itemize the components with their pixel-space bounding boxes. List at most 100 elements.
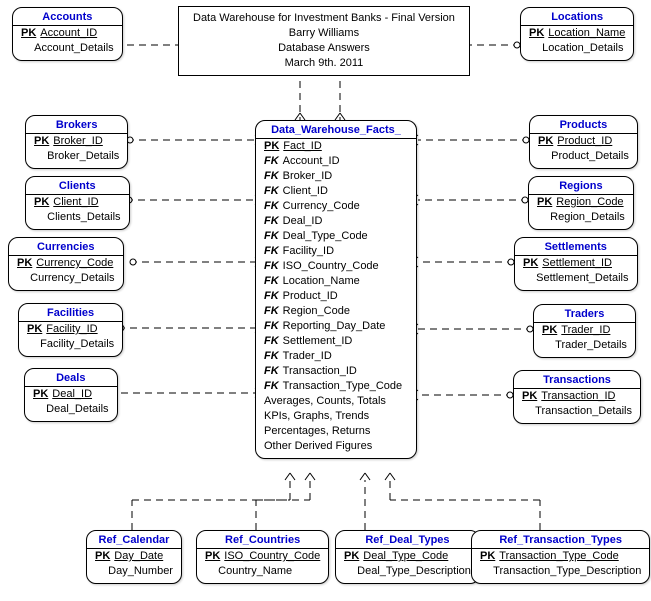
- fact-row: FK Deal_ID: [256, 214, 416, 229]
- key-type: PK: [33, 387, 48, 402]
- detail-row: Transaction_Type_Description: [472, 564, 649, 579]
- column-name: Transaction_Details: [535, 404, 632, 419]
- entity-title: Settlements: [515, 238, 637, 256]
- column-name: Location_Details: [542, 41, 623, 56]
- column-name: Reporting_Day_Date: [283, 319, 386, 334]
- pk-row: PK Client_ID: [26, 195, 129, 210]
- column-name: Settlement_ID: [283, 334, 353, 349]
- column-name: Deal_Details: [46, 402, 108, 417]
- pk-row: PKISO_Country_Code: [197, 549, 328, 564]
- key-type: PK: [538, 134, 553, 149]
- pk-row: PKAccount_ID: [13, 26, 122, 41]
- column-name: Facility_ID: [283, 244, 334, 259]
- fact-row: FKISO_Country_Code: [256, 259, 416, 274]
- entity-title: Ref_Countries: [197, 531, 328, 549]
- key-type: PK: [523, 256, 538, 271]
- entity-accounts: AccountsPKAccount_ID Account_Details: [12, 7, 123, 61]
- diagram-title-box: Data Warehouse for Investment Banks - Fi…: [178, 6, 470, 76]
- pk-row: PK Product_ID: [530, 134, 637, 149]
- column-name: Deal_ID: [52, 387, 92, 402]
- column-name: Currency_Code: [36, 256, 113, 271]
- entity-title: Products: [530, 116, 637, 134]
- column-name: Account_ID: [283, 154, 340, 169]
- fact-row: FK Account_ID: [256, 154, 416, 169]
- column-name: Other Derived Figures: [264, 439, 372, 454]
- column-name: Deal_Type_Description: [357, 564, 471, 579]
- column-name: Deal_ID: [283, 214, 323, 229]
- fact-row: FKTrader_ID: [256, 349, 416, 364]
- entity-title: Ref_Deal_Types: [336, 531, 479, 549]
- detail-row: Facility_Details: [19, 337, 122, 352]
- pk-row: PK Deal_ID: [25, 387, 117, 402]
- key-type: FK: [264, 214, 279, 229]
- key-type: PK: [522, 389, 537, 404]
- pk-row: PKDeal_Type_Code: [336, 549, 479, 564]
- detail-row: Deal_Details: [25, 402, 117, 417]
- fact-row: FKCurrency_Code: [256, 199, 416, 214]
- key-type: FK: [264, 199, 279, 214]
- column-name: Currency_Details: [30, 271, 114, 286]
- fact-row: FKReporting_Day_Date: [256, 319, 416, 334]
- entity-locations: LocationsPKLocation_Name Location_Detail…: [520, 7, 634, 61]
- column-name: Region_Details: [550, 210, 625, 225]
- detail-row: Product_Details: [530, 149, 637, 164]
- title-line-4: March 9th. 2011: [193, 56, 455, 71]
- key-type: FK: [264, 379, 279, 394]
- key-type: FK: [264, 274, 279, 289]
- entity-products: ProductsPK Product_ID Product_Details: [529, 115, 638, 169]
- key-type: PK: [17, 256, 32, 271]
- key-type: FK: [264, 244, 279, 259]
- fact-row: FK Location_Name: [256, 274, 416, 289]
- entity-data-warehouse-facts: Data_Warehouse_Facts_ PKFact_IDFKAccount…: [255, 120, 417, 459]
- column-name: ISO_Country_Code: [224, 549, 320, 564]
- entity-title: Traders: [534, 305, 635, 323]
- key-type: FK: [264, 184, 279, 199]
- column-name: Country_Name: [218, 564, 292, 579]
- key-type: FK: [264, 169, 279, 184]
- column-name: Transaction_ID: [283, 364, 357, 379]
- entity-transactions: TransactionsPKTransaction_ID Transaction…: [513, 370, 641, 424]
- column-name: Product_Details: [551, 149, 629, 164]
- fact-row: Percentages, Returns: [256, 424, 416, 439]
- pk-row: PKTransaction_ID: [514, 389, 640, 404]
- detail-row: Settlement_Details: [515, 271, 637, 286]
- column-name: Region_Code: [556, 195, 623, 210]
- key-type: FK: [264, 334, 279, 349]
- entity-title: Currencies: [9, 238, 123, 256]
- column-name: Location_Name: [283, 274, 360, 289]
- entity-title: Facilities: [19, 304, 122, 322]
- entity-title: Ref_Calendar: [87, 531, 181, 549]
- entity-traders: TradersPKTrader_ID Trader_Details: [533, 304, 636, 358]
- column-name: Trader_ID: [283, 349, 332, 364]
- column-name: Client_ID: [283, 184, 328, 199]
- title-line-2: Barry Williams: [193, 26, 455, 41]
- column-name: Day_Number: [108, 564, 173, 579]
- detail-row: Broker_Details: [26, 149, 127, 164]
- fact-row: FKDeal_Type_Code: [256, 229, 416, 244]
- key-type: PK: [264, 139, 279, 154]
- fact-row: FK Client_ID: [256, 184, 416, 199]
- column-name: Averages, Counts, Totals: [264, 394, 386, 409]
- fact-row: KPIs, Graphs, Trends: [256, 409, 416, 424]
- column-name: Broker_ID: [53, 134, 103, 149]
- pk-row: PK Currency_Code: [9, 256, 123, 271]
- key-type: FK: [264, 364, 279, 379]
- key-type: FK: [264, 304, 279, 319]
- key-type: FK: [264, 154, 279, 169]
- column-name: Client_ID: [53, 195, 98, 210]
- column-name: Product_ID: [557, 134, 612, 149]
- key-type: PK: [529, 26, 544, 41]
- column-name: Facility_Details: [40, 337, 114, 352]
- entity-regions: RegionsPKRegion_Code Region_Details: [528, 176, 634, 230]
- pk-row: PKTransaction_Type_Code: [472, 549, 649, 564]
- entity-title: Data_Warehouse_Facts_: [256, 121, 416, 139]
- column-name: Location_Name: [548, 26, 625, 41]
- column-name: Transaction_Type_Code: [499, 549, 618, 564]
- detail-row: Deal_Type_Description: [336, 564, 479, 579]
- column-name: Day_Date: [114, 549, 163, 564]
- pk-row: PKRegion_Code: [529, 195, 633, 210]
- key-type: PK: [34, 195, 49, 210]
- column-name: Broker_ID: [283, 169, 333, 184]
- column-name: Account_ID: [40, 26, 97, 41]
- key-type: PK: [542, 323, 557, 338]
